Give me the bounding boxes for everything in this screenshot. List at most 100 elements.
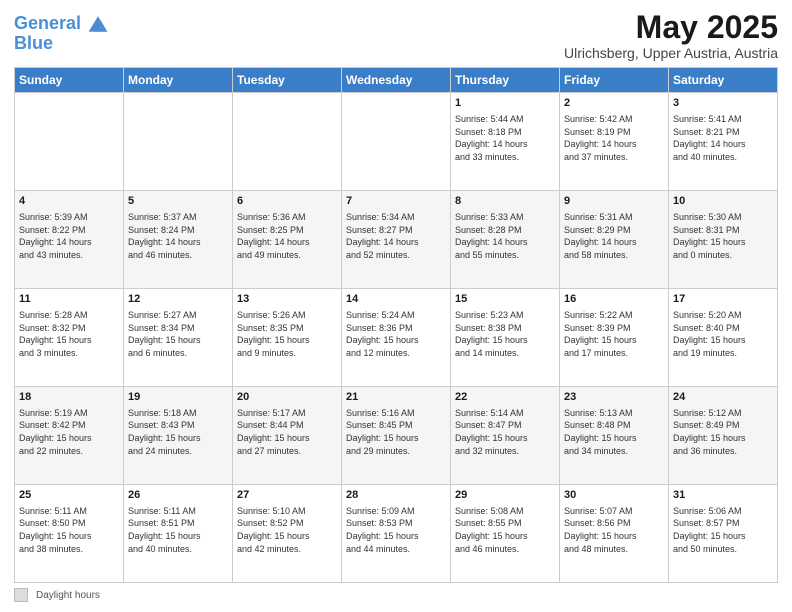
daylight-label: Daylight hours: [36, 590, 100, 601]
calendar-table: SundayMondayTuesdayWednesdayThursdayFrid…: [14, 67, 778, 583]
weekday-header: Monday: [124, 68, 233, 93]
day-number: 31: [673, 488, 773, 503]
day-number: 2: [564, 96, 664, 111]
day-info: Sunrise: 5:19 AM Sunset: 8:42 PM Dayligh…: [19, 407, 119, 457]
day-info: Sunrise: 5:11 AM Sunset: 8:51 PM Dayligh…: [128, 505, 228, 555]
day-number: 22: [455, 390, 555, 405]
calendar-cell: 15 Sunrise: 5:23 AM Sunset: 8:38 PM Dayli…: [451, 289, 560, 387]
day-info: Sunrise: 5:11 AM Sunset: 8:50 PM Dayligh…: [19, 505, 119, 555]
calendar-week-row: 11Sunrise: 5:28 AM Sunset: 8:32 PM Dayli…: [15, 289, 778, 387]
calendar-cell: 21 Sunrise: 5:16 AM Sunset: 8:45 PM Dayli…: [342, 387, 451, 485]
day-number: 3: [673, 96, 773, 111]
calendar-cell: [15, 93, 124, 191]
day-number: 13: [237, 292, 337, 307]
calendar-cell: 9 Sunrise: 5:31 AM Sunset: 8:29 PM Daylig…: [560, 191, 669, 289]
calendar-week-row: 4 Sunrise: 5:39 AM Sunset: 8:22 PM Daylig…: [15, 191, 778, 289]
logo-text: General: [14, 14, 81, 34]
day-number: 9: [564, 194, 664, 209]
calendar-cell: 4 Sunrise: 5:39 AM Sunset: 8:22 PM Daylig…: [15, 191, 124, 289]
calendar-cell: 19 Sunrise: 5:18 AM Sunset: 8:43 PM Dayli…: [124, 387, 233, 485]
calendar-cell: 23Sunrise: 5:13 AM Sunset: 8:48 PM Dayli…: [560, 387, 669, 485]
logo: General Blue: [14, 10, 112, 54]
weekday-header: Friday: [560, 68, 669, 93]
day-info: Sunrise: 5:42 AM Sunset: 8:19 PM Dayligh…: [564, 113, 664, 163]
calendar-title: May 2025: [564, 10, 778, 45]
logo-blue: Blue: [14, 34, 53, 54]
day-info: Sunrise: 5:23 AM Sunset: 8:38 PM Dayligh…: [455, 309, 555, 359]
weekday-header: Wednesday: [342, 68, 451, 93]
day-number: 12: [128, 292, 228, 307]
day-number: 6: [237, 194, 337, 209]
day-info: Sunrise: 5:26 AM Sunset: 8:35 PM Dayligh…: [237, 309, 337, 359]
day-number: 24: [673, 390, 773, 405]
calendar-cell: 16 Sunrise: 5:22 AM Sunset: 8:39 PM Dayli…: [560, 289, 669, 387]
day-number: 7: [346, 194, 446, 209]
calendar-cell: 31 Sunrise: 5:06 AM Sunset: 8:57 PM Dayli…: [669, 485, 778, 583]
calendar-cell: 6Sunrise: 5:36 AM Sunset: 8:25 PM Daylig…: [233, 191, 342, 289]
day-info: Sunrise: 5:07 AM Sunset: 8:56 PM Dayligh…: [564, 505, 664, 555]
day-number: 28: [346, 488, 446, 503]
day-info: Sunrise: 5:13 AM Sunset: 8:48 PM Dayligh…: [564, 407, 664, 457]
title-block: May 2025 Ulrichsberg, Upper Austria, Aus…: [564, 10, 778, 61]
day-number: 29: [455, 488, 555, 503]
calendar-cell: 28 Sunrise: 5:09 AM Sunset: 8:53 PM Dayli…: [342, 485, 451, 583]
calendar-cell: 12Sunrise: 5:27 AM Sunset: 8:34 PM Dayli…: [124, 289, 233, 387]
day-number: 16: [564, 292, 664, 307]
day-number: 26: [128, 488, 228, 503]
day-info: Sunrise: 5:39 AM Sunset: 8:22 PM Dayligh…: [19, 211, 119, 261]
calendar-cell: 22Sunrise: 5:14 AM Sunset: 8:47 PM Dayli…: [451, 387, 560, 485]
day-info: Sunrise: 5:17 AM Sunset: 8:44 PM Dayligh…: [237, 407, 337, 457]
calendar-cell: 29 Sunrise: 5:08 AM Sunset: 8:55 PM Dayli…: [451, 485, 560, 583]
day-info: Sunrise: 5:16 AM Sunset: 8:45 PM Dayligh…: [346, 407, 446, 457]
day-number: 25: [19, 488, 119, 503]
day-number: 30: [564, 488, 664, 503]
calendar-cell: 8Sunrise: 5:33 AM Sunset: 8:28 PM Daylig…: [451, 191, 560, 289]
calendar-cell: 18 Sunrise: 5:19 AM Sunset: 8:42 PM Dayli…: [15, 387, 124, 485]
day-number: 21: [346, 390, 446, 405]
calendar-cell: 3 Sunrise: 5:41 AM Sunset: 8:21 PM Daylig…: [669, 93, 778, 191]
day-info: Sunrise: 5:28 AM Sunset: 8:32 PM Dayligh…: [19, 309, 119, 359]
calendar-subtitle: Ulrichsberg, Upper Austria, Austria: [564, 45, 778, 61]
day-info: Sunrise: 5:31 AM Sunset: 8:29 PM Dayligh…: [564, 211, 664, 261]
day-info: Sunrise: 5:09 AM Sunset: 8:53 PM Dayligh…: [346, 505, 446, 555]
day-number: 18: [19, 390, 119, 405]
calendar-cell: [342, 93, 451, 191]
day-info: Sunrise: 5:44 AM Sunset: 8:18 PM Dayligh…: [455, 113, 555, 163]
day-info: Sunrise: 5:08 AM Sunset: 8:55 PM Dayligh…: [455, 505, 555, 555]
header: General Blue May 2025 Ulrichsberg, Upper…: [14, 10, 778, 61]
day-number: 27: [237, 488, 337, 503]
calendar-cell: 30 Sunrise: 5:07 AM Sunset: 8:56 PM Dayli…: [560, 485, 669, 583]
calendar-cell: [233, 93, 342, 191]
calendar-week-row: 25 Sunrise: 5:11 AM Sunset: 8:50 PM Dayli…: [15, 485, 778, 583]
day-info: Sunrise: 5:34 AM Sunset: 8:27 PM Dayligh…: [346, 211, 446, 261]
day-info: Sunrise: 5:10 AM Sunset: 8:52 PM Dayligh…: [237, 505, 337, 555]
day-info: Sunrise: 5:12 AM Sunset: 8:49 PM Dayligh…: [673, 407, 773, 457]
calendar-cell: 14Sunrise: 5:24 AM Sunset: 8:36 PM Dayli…: [342, 289, 451, 387]
daylight-box: [14, 588, 28, 602]
day-number: 10: [673, 194, 773, 209]
calendar-cell: 5Sunrise: 5:37 AM Sunset: 8:24 PM Daylig…: [124, 191, 233, 289]
day-number: 17: [673, 292, 773, 307]
day-number: 14: [346, 292, 446, 307]
weekday-header: Saturday: [669, 68, 778, 93]
day-number: 4: [19, 194, 119, 209]
calendar-cell: 25 Sunrise: 5:11 AM Sunset: 8:50 PM Dayli…: [15, 485, 124, 583]
day-info: Sunrise: 5:18 AM Sunset: 8:43 PM Dayligh…: [128, 407, 228, 457]
calendar-week-row: 18 Sunrise: 5:19 AM Sunset: 8:42 PM Dayli…: [15, 387, 778, 485]
day-number: 19: [128, 390, 228, 405]
footer: Daylight hours: [14, 588, 778, 602]
calendar-cell: 1Sunrise: 5:44 AM Sunset: 8:18 PM Daylig…: [451, 93, 560, 191]
calendar-cell: 20Sunrise: 5:17 AM Sunset: 8:44 PM Dayli…: [233, 387, 342, 485]
day-info: Sunrise: 5:20 AM Sunset: 8:40 PM Dayligh…: [673, 309, 773, 359]
day-info: Sunrise: 5:06 AM Sunset: 8:57 PM Dayligh…: [673, 505, 773, 555]
day-info: Sunrise: 5:41 AM Sunset: 8:21 PM Dayligh…: [673, 113, 773, 163]
calendar-cell: 26 Sunrise: 5:11 AM Sunset: 8:51 PM Dayli…: [124, 485, 233, 583]
day-number: 15: [455, 292, 555, 307]
calendar-cell: 7 Sunrise: 5:34 AM Sunset: 8:27 PM Daylig…: [342, 191, 451, 289]
day-info: Sunrise: 5:22 AM Sunset: 8:39 PM Dayligh…: [564, 309, 664, 359]
calendar-cell: 11Sunrise: 5:28 AM Sunset: 8:32 PM Dayli…: [15, 289, 124, 387]
page: General Blue May 2025 Ulrichsberg, Upper…: [0, 0, 792, 612]
calendar-cell: 13 Sunrise: 5:26 AM Sunset: 8:35 PM Dayli…: [233, 289, 342, 387]
calendar-cell: 10Sunrise: 5:30 AM Sunset: 8:31 PM Dayli…: [669, 191, 778, 289]
calendar-cell: [124, 93, 233, 191]
